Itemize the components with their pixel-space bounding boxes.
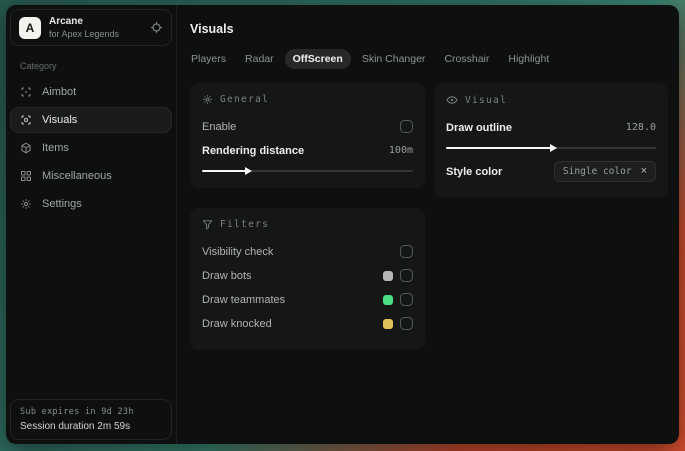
- enable-checkbox[interactable]: [400, 120, 413, 133]
- filters-panel-title: Filters: [220, 219, 270, 230]
- sidebar-item-aimbot[interactable]: Aimbot: [10, 79, 172, 105]
- page-title: Visuals: [190, 22, 234, 36]
- app-window: A Arcane for Apex Legends Category Aimbo…: [6, 5, 679, 444]
- sidebar-item-label: Aimbot: [42, 86, 77, 98]
- aimbot-crosshair-icon: [20, 86, 32, 98]
- items-cube-icon: [20, 142, 32, 154]
- draw-outline-value: 128.0: [625, 122, 656, 133]
- session-duration-text: Session duration 2m 59s: [20, 421, 131, 432]
- draw-knocked-color-swatch[interactable]: [383, 318, 393, 329]
- funnel-icon: [202, 219, 213, 230]
- draw-teammates-label: Draw teammates: [202, 293, 286, 306]
- sun-icon: [202, 94, 213, 105]
- rendering-distance-value: 100m: [388, 145, 413, 156]
- general-panel-title: General: [220, 94, 270, 105]
- tab-players[interactable]: Players: [183, 49, 234, 69]
- draw-teammates-checkbox[interactable]: [400, 293, 413, 306]
- app-header: A Arcane for Apex Legends: [10, 9, 172, 46]
- eye-icon: [446, 94, 458, 106]
- visuals-eye-scan-icon: [20, 114, 32, 126]
- draw-teammates-color-swatch[interactable]: [383, 294, 393, 305]
- draw-bots-color-swatch[interactable]: [383, 270, 393, 281]
- sidebar-item-settings[interactable]: Settings: [10, 191, 172, 217]
- sidebar-item-label: Settings: [42, 198, 82, 210]
- visibility-check-label: Visibility check: [202, 245, 274, 258]
- settings-gear-icon: [20, 198, 32, 210]
- app-logo: A: [19, 16, 41, 39]
- app-name: Arcane: [49, 16, 83, 27]
- draw-bots-label: Draw bots: [202, 269, 252, 282]
- sidebar-item-label: Visuals: [42, 114, 78, 126]
- tab-highlight[interactable]: Highlight: [500, 49, 557, 69]
- sidebar-item-items[interactable]: Items: [10, 135, 172, 161]
- sidebar-item-label: Miscellaneous: [42, 170, 112, 182]
- tab-offscreen[interactable]: OffScreen: [284, 49, 351, 69]
- visual-panel-title: Visual: [465, 94, 508, 106]
- draw-outline-slider[interactable]: [446, 143, 656, 152]
- tab-radar[interactable]: Radar: [237, 49, 282, 69]
- sidebar-item-label: Items: [42, 142, 69, 154]
- general-panel: General Enable Rendering distance 100m: [190, 83, 425, 188]
- tab-crosshair[interactable]: Crosshair: [436, 49, 497, 69]
- main-content: Visuals Players Radar OffScreen Skin Cha…: [177, 5, 680, 444]
- app-subtitle: for Apex Legends: [49, 29, 120, 39]
- rendering-distance-label: Rendering distance: [202, 144, 305, 157]
- style-color-selected-value: Single color: [562, 166, 632, 177]
- rendering-distance-slider[interactable]: [202, 166, 413, 175]
- category-label: Category: [20, 61, 57, 71]
- sidebar-nav: Aimbot Visuals Items Miscellaneous Setti…: [10, 79, 172, 217]
- draw-knocked-label: Draw knocked: [202, 317, 272, 330]
- filters-panel: Filters Visibility check Draw bots Draw …: [190, 208, 425, 350]
- visual-panel: Visual Draw outline 128.0 Style color Si…: [434, 83, 668, 198]
- tab-bar: Players Radar OffScreen Skin Changer Cro…: [183, 49, 668, 69]
- sidebar: A Arcane for Apex Legends Category Aimbo…: [6, 5, 177, 444]
- style-color-select[interactable]: Single color ×: [553, 161, 656, 182]
- target-settings-icon[interactable]: [150, 21, 163, 34]
- sidebar-item-miscellaneous[interactable]: Miscellaneous: [10, 163, 172, 189]
- sub-expires-text: Sub expires in 9d 23h: [20, 407, 134, 417]
- sidebar-item-visuals[interactable]: Visuals: [10, 107, 172, 133]
- tab-skin-changer[interactable]: Skin Changer: [354, 49, 434, 69]
- subscription-info: Sub expires in 9d 23h Session duration 2…: [10, 399, 172, 440]
- visibility-check-checkbox[interactable]: [400, 245, 413, 258]
- draw-bots-checkbox[interactable]: [400, 269, 413, 282]
- draw-outline-label: Draw outline: [446, 121, 513, 134]
- style-color-label: Style color: [446, 165, 503, 178]
- draw-knocked-checkbox[interactable]: [400, 317, 413, 330]
- misc-grid-icon: [20, 170, 32, 182]
- enable-label: Enable: [202, 120, 237, 133]
- close-icon[interactable]: ×: [641, 166, 647, 177]
